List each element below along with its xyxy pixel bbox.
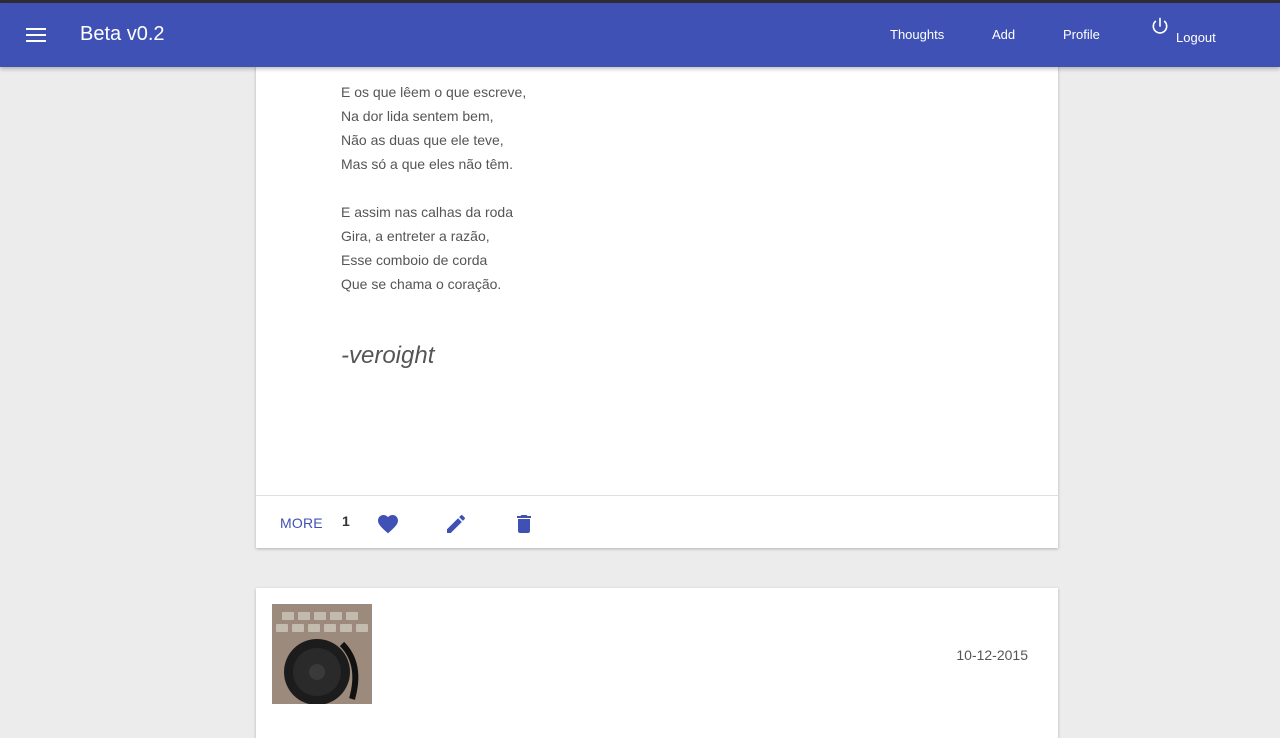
poem-line: Gira, a entreter a razão,	[341, 228, 490, 244]
trash-icon[interactable]	[512, 512, 536, 536]
menu-icon[interactable]	[26, 25, 46, 45]
app-bar: Beta v0.2 Thoughts Add Profile Logout	[0, 3, 1280, 67]
power-icon	[1150, 16, 1170, 36]
pencil-icon[interactable]	[444, 512, 468, 536]
nav-add[interactable]: Add	[992, 27, 1015, 42]
poem-line: Que se chama o coração.	[341, 276, 502, 292]
post-thumbnail[interactable]	[272, 604, 372, 704]
thought-card: E os que lêem o que escreve, Na dor lida…	[256, 40, 1058, 548]
app-title: Beta v0.2	[80, 23, 165, 45]
poem-line: E os que lêem o que escreve,	[341, 84, 527, 100]
poem-line: Esse comboio de corda	[341, 252, 488, 268]
nav-profile[interactable]: Profile	[1063, 27, 1100, 42]
like-count: 1	[342, 513, 350, 529]
poem-body: E os que lêem o que escreve, Na dor lida…	[341, 80, 526, 320]
logout-button[interactable]: Logout	[1150, 15, 1216, 45]
card-actions: MORE 1	[256, 495, 1058, 549]
post-date: 10-12-2015	[956, 647, 1028, 663]
poem-stanza: E os que lêem o que escreve, Na dor lida…	[341, 80, 526, 176]
poem-line: Não as duas que ele teve,	[341, 132, 504, 148]
poem-line: Na dor lida sentem bem,	[341, 108, 494, 124]
heart-icon[interactable]	[376, 512, 400, 536]
author-signature: -veroight	[341, 342, 435, 369]
poem-stanza: E assim nas calhas da roda Gira, a entre…	[341, 200, 526, 296]
poem-line: E assim nas calhas da roda	[341, 204, 513, 220]
logout-label: Logout	[1176, 30, 1216, 45]
nav-thoughts[interactable]: Thoughts	[890, 27, 944, 42]
more-button[interactable]: MORE	[280, 515, 323, 531]
thought-card: 10-12-2015	[256, 588, 1058, 738]
poem-line: Mas só a que eles não têm.	[341, 156, 513, 172]
